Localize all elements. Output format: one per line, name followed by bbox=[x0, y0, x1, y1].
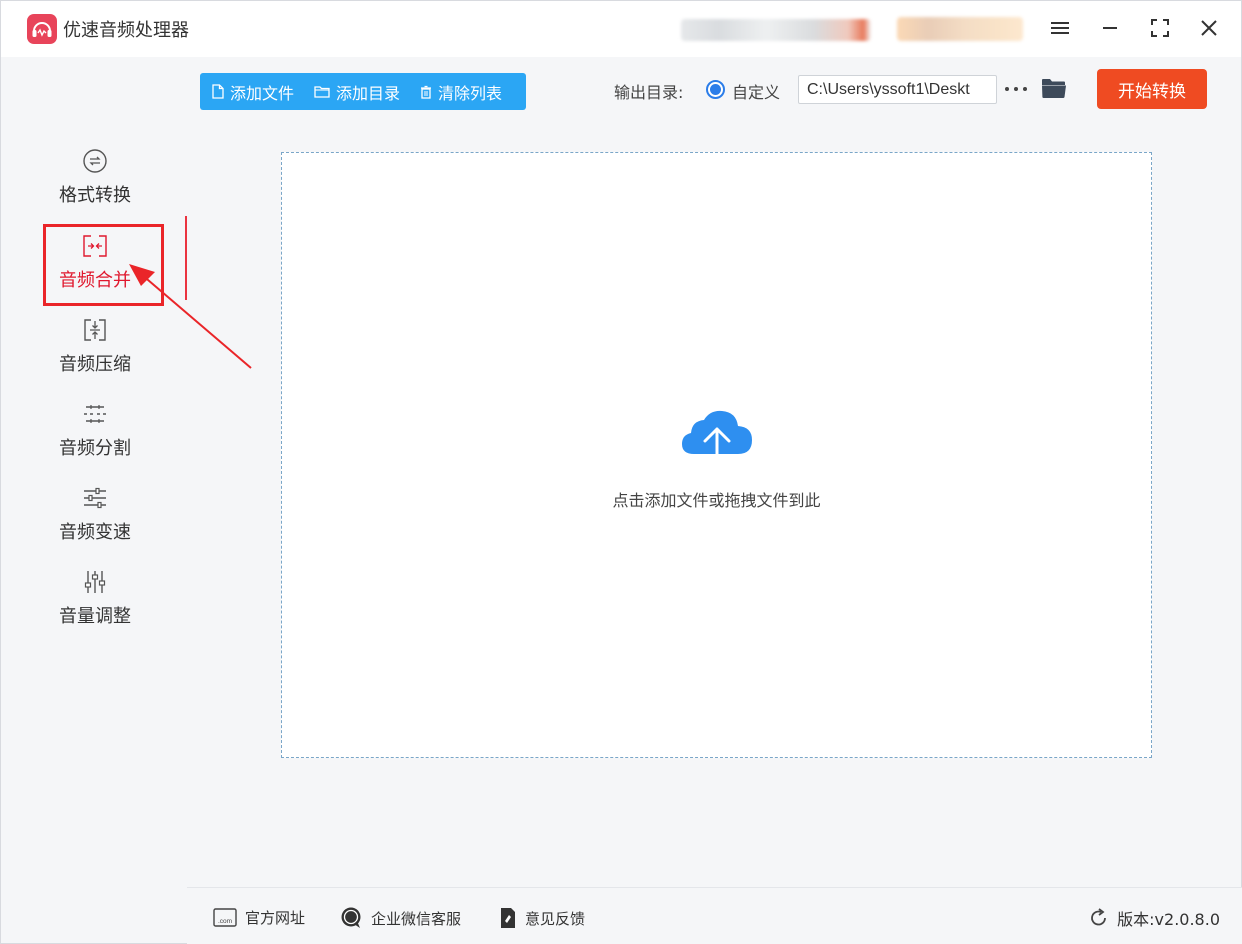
output-path-field[interactable]: C:\Users\yssoft1\Deskt bbox=[798, 75, 997, 104]
blurred-user-info bbox=[681, 19, 871, 41]
minimize-icon bbox=[1103, 27, 1117, 29]
refresh-icon bbox=[1091, 908, 1107, 926]
minimize-button[interactable] bbox=[1095, 13, 1125, 43]
folder-icon bbox=[1042, 79, 1066, 98]
clear-list-button[interactable]: 清除列表 bbox=[420, 80, 502, 104]
title-bar: 优速音频处理器 bbox=[1, 1, 1241, 57]
official-website-link[interactable]: .com 官方网址 bbox=[213, 907, 305, 928]
website-label: 官方网址 bbox=[245, 909, 306, 927]
drop-hint-text: 点击添加文件或拖拽文件到此 bbox=[612, 491, 821, 510]
dot bbox=[1014, 87, 1018, 91]
custom-radio-label[interactable]: 自定义 bbox=[732, 79, 780, 103]
close-icon bbox=[1201, 20, 1217, 36]
audio-speed-icon bbox=[82, 484, 108, 512]
open-folder-button[interactable] bbox=[1041, 77, 1067, 103]
add-folder-label: 添加目录 bbox=[336, 83, 401, 103]
format-convert-icon bbox=[82, 147, 108, 175]
audio-split-icon bbox=[82, 400, 108, 428]
clear-list-label: 清除列表 bbox=[438, 83, 503, 103]
volume-adjust-icon bbox=[82, 568, 108, 596]
add-file-label: 添加文件 bbox=[230, 83, 295, 103]
version-label: 版本:v2.0.8.0 bbox=[1117, 910, 1220, 929]
sidebar-item-format-convert[interactable]: 格式转换 bbox=[41, 147, 149, 221]
dot bbox=[1005, 87, 1009, 91]
sidebar-item-label: 音频变速 bbox=[59, 522, 131, 543]
feedback-link[interactable]: 意见反馈 bbox=[499, 907, 585, 929]
app-logo-icon bbox=[27, 14, 57, 44]
folder-outline-icon bbox=[314, 86, 330, 98]
close-button[interactable] bbox=[1194, 13, 1224, 43]
menu-button[interactable] bbox=[1045, 13, 1075, 43]
custom-radio[interactable] bbox=[706, 80, 725, 99]
wechat-service-label: 企业微信客服 bbox=[371, 909, 462, 928]
blurred-account-badge bbox=[897, 17, 1023, 41]
sidebar-item-label: 音频分割 bbox=[59, 438, 131, 459]
output-dir-label: 输出目录: bbox=[614, 83, 684, 102]
svg-text:.com: .com bbox=[218, 918, 232, 925]
file-icon bbox=[212, 84, 224, 99]
website-icon: .com bbox=[213, 907, 237, 927]
sidebar-item-label: 音量调整 bbox=[59, 606, 131, 627]
app-title: 优速音频处理器 bbox=[63, 20, 189, 41]
version-info[interactable]: 版本:v2.0.8.0 bbox=[1089, 906, 1220, 930]
file-drop-zone[interactable]: 点击添加文件或拖拽文件到此 bbox=[281, 152, 1152, 758]
sidebar-item-audio-split[interactable]: 音频分割 bbox=[41, 400, 149, 474]
dot bbox=[1023, 87, 1027, 91]
chat-bubble-icon bbox=[341, 907, 361, 928]
feedback-label: 意见反馈 bbox=[525, 909, 586, 928]
maximize-icon bbox=[1151, 19, 1169, 37]
add-folder-button[interactable]: 添加目录 bbox=[314, 80, 400, 104]
sidebar-item-volume-adjust[interactable]: 音量调整 bbox=[41, 568, 149, 642]
maximize-button[interactable] bbox=[1145, 13, 1175, 43]
cloud-upload-icon bbox=[682, 410, 752, 472]
sidebar-item-label: 格式转换 bbox=[59, 185, 131, 206]
start-convert-button[interactable]: 开始转换 bbox=[1097, 69, 1207, 109]
more-options-button[interactable] bbox=[1005, 87, 1027, 93]
app-window: 优速音频处理器 添加文件 添加目录 清除列表 输出目录: 自定义 C:\User… bbox=[0, 0, 1242, 944]
add-file-button[interactable]: 添加文件 bbox=[212, 80, 294, 104]
wechat-service-link[interactable]: 企业微信客服 bbox=[339, 907, 461, 929]
trash-icon bbox=[421, 85, 432, 99]
feedback-icon bbox=[501, 908, 515, 928]
annotation-arrow bbox=[129, 264, 252, 369]
audio-compress-icon bbox=[82, 316, 108, 344]
hamburger-icon bbox=[1051, 22, 1069, 34]
file-toolbar: 添加文件 添加目录 清除列表 bbox=[200, 73, 526, 110]
sidebar-item-audio-speed[interactable]: 音频变速 bbox=[41, 484, 149, 558]
footer-bar: .com 官方网址 企业微信客服 意见反馈 版本:v2.0.8.0 bbox=[187, 887, 1242, 944]
